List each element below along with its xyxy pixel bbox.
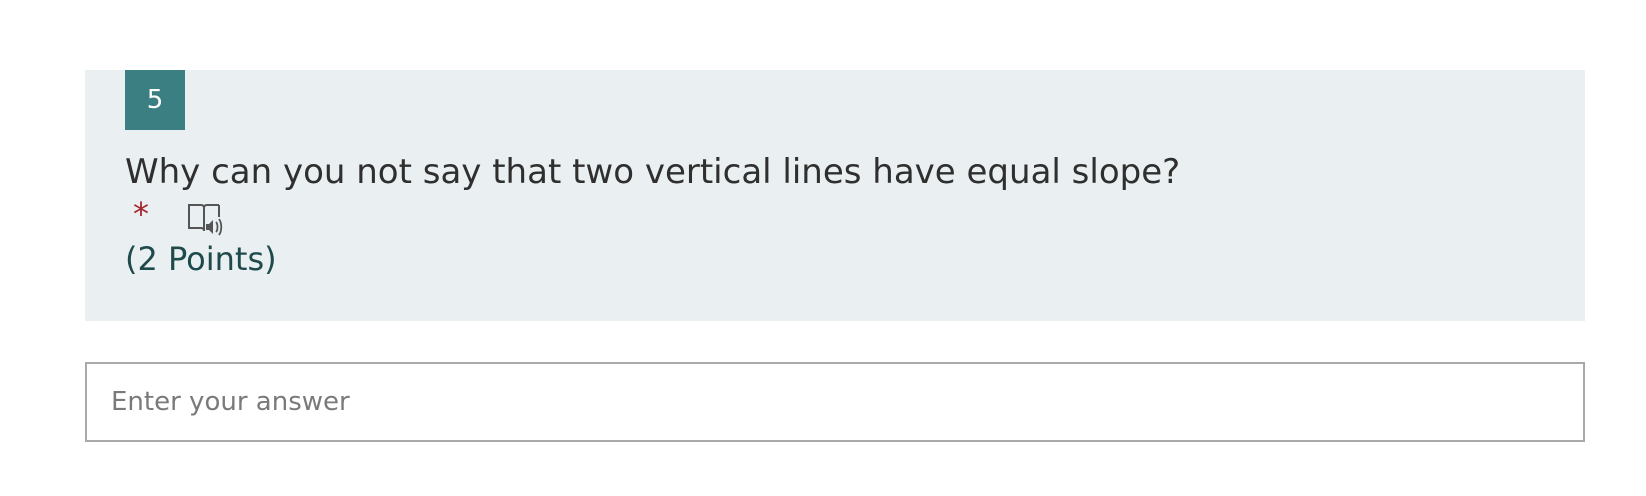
question-number-badge: 5 [125, 70, 185, 130]
form-page: 5 Why can you not say that two vertical … [0, 0, 1646, 496]
question-title: Why can you not say that two vertical li… [125, 152, 1181, 192]
question-card: 5 Why can you not say that two vertical … [85, 70, 1585, 321]
immersive-reader-icon [188, 204, 223, 236]
required-asterisk: * [133, 195, 149, 233]
immersive-reader-button[interactable] [186, 202, 224, 238]
answer-input[interactable] [85, 362, 1585, 442]
question-points: (2 Points) [125, 240, 277, 278]
